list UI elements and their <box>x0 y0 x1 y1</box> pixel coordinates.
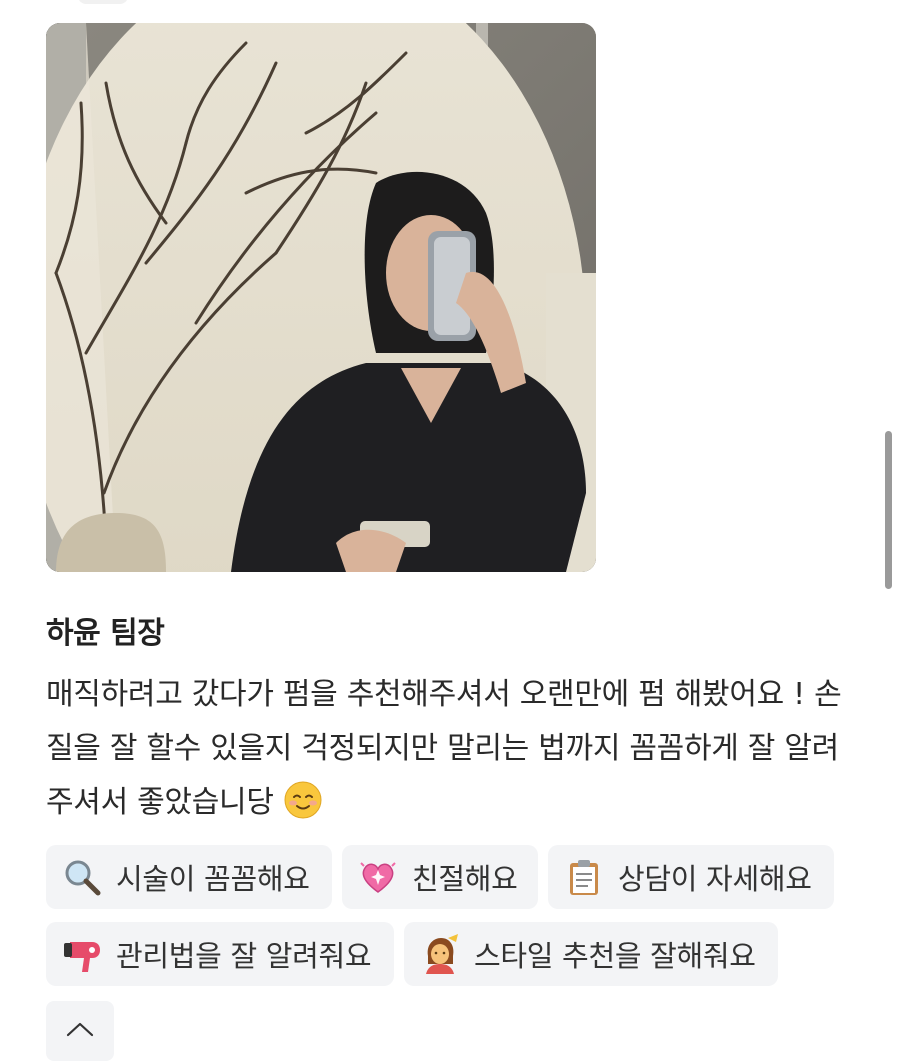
tag-careful-procedure[interactable]: 시술이 꼼꼼해요 <box>46 845 332 909</box>
magnifying-glass-icon <box>62 857 102 897</box>
haircut-person-icon <box>420 934 460 974</box>
tag-detailed-consult[interactable]: 상담이 자세해요 <box>548 845 834 909</box>
tag-label: 스타일 추천을 잘해줘요 <box>474 939 756 973</box>
tag-label: 관리법을 잘 알려줘요 <box>116 939 372 973</box>
scrollbar-thumb[interactable] <box>885 431 892 589</box>
review-photo[interactable] <box>46 23 596 572</box>
hair-dryer-icon <box>62 934 102 974</box>
smiling-face-icon <box>283 780 323 820</box>
tag-care-guide[interactable]: 관리법을 잘 알려줘요 <box>46 922 394 986</box>
collapse-button[interactable] <box>46 1001 114 1061</box>
designer-name: 하윤 팀장 <box>46 616 165 651</box>
tag-label: 시술이 꼼꼼해요 <box>116 862 310 896</box>
clipboard-icon <box>564 857 604 897</box>
sparkling-heart-icon <box>358 857 398 897</box>
review-photo-illustration <box>46 23 596 572</box>
chevron-up-icon <box>66 1021 94 1041</box>
tag-style-recommend[interactable]: 스타일 추천을 잘해줘요 <box>404 922 778 986</box>
review-body: 매직하려고 갔다가 펌을 추천해주셔서 오랜만에 펌 해봤어요 ! 손질을 잘 … <box>46 677 842 820</box>
tag-kind[interactable]: 친절해요 <box>342 845 538 909</box>
tag-label: 상담이 자세해요 <box>618 862 812 896</box>
previous-item-stub <box>78 0 128 4</box>
review-text: 매직하려고 갔다가 펌을 추천해주셔서 오랜만에 펌 해봤어요 ! 손질을 잘 … <box>46 668 866 830</box>
tag-label: 친절해요 <box>412 862 518 896</box>
